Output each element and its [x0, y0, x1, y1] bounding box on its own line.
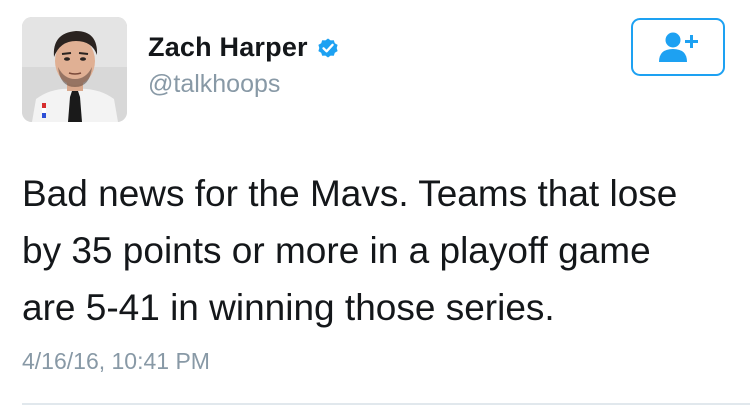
divider: [22, 403, 750, 405]
tweet-card: Zach Harper @talkhoops Bad news for the …: [0, 0, 750, 413]
avatar[interactable]: [22, 17, 127, 122]
verified-badge-icon: [316, 36, 340, 60]
display-name[interactable]: Zach Harper: [148, 32, 308, 63]
tweet-text: Bad news for the Mavs. Teams that lose b…: [22, 165, 732, 336]
tweet-text-line: by 35 points or more in a playoff game: [22, 230, 651, 271]
user-handle[interactable]: @talkhoops: [148, 70, 280, 99]
tweet-text-line: Bad news for the Mavs. Teams that lose: [22, 173, 678, 214]
user-name-row: Zach Harper: [148, 32, 340, 63]
tweet-text-line: are 5-41 in winning those series.: [22, 287, 555, 328]
tweet-timestamp[interactable]: 4/16/16, 10:41 PM: [22, 348, 210, 375]
add-user-icon: [659, 32, 698, 62]
avatar-photo: [22, 17, 127, 122]
follow-button[interactable]: [631, 18, 725, 76]
